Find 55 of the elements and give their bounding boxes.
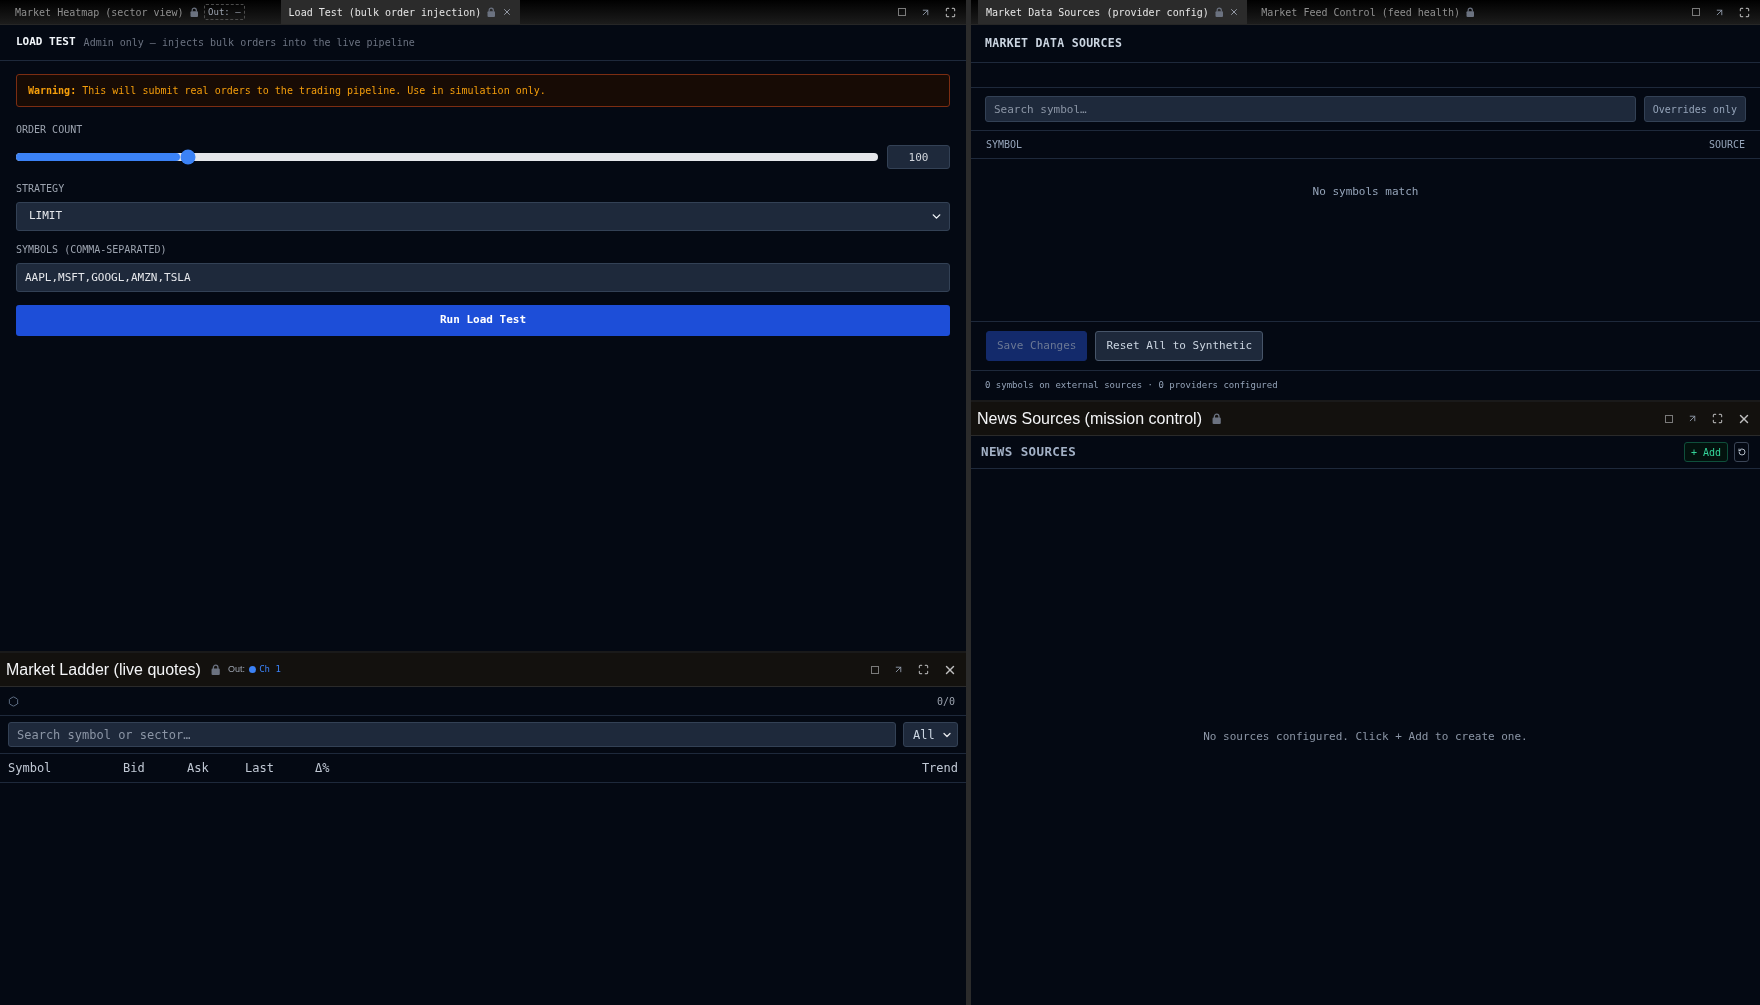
maximize-icon[interactable]	[1712, 413, 1723, 424]
square-icon[interactable]	[1692, 8, 1700, 16]
column-header: Ask	[187, 760, 210, 777]
overrides-toggle[interactable]: Overrides only	[1643, 96, 1746, 122]
maximize-icon[interactable]	[1739, 6, 1750, 18]
empty-message: No sources configured. Click + Add to create one.	[1203, 728, 1528, 745]
close-icon[interactable]	[1229, 7, 1240, 17]
panel-title: News Sources (mission control)	[977, 408, 1202, 429]
column-header: SOURCE	[1708, 138, 1745, 152]
panel-title: Market Ladder (live quotes)	[6, 659, 201, 680]
panel-subtitle: Admin only — injects bulk orders into the live pipeline	[83, 36, 415, 50]
refresh-button[interactable]	[1734, 442, 1749, 462]
output-label: Out:	[228, 662, 246, 676]
strategy-select[interactable]: LIMIT	[16, 202, 950, 231]
channel-label: Ch 1	[259, 662, 281, 676]
column-header: Symbol	[8, 760, 53, 777]
quote-count: 0/0	[936, 694, 955, 709]
warning-banner: Warning: This will submit real orders to the trading pipeline. Use in simulation only.	[16, 74, 950, 107]
panel-heading: LOAD TEST	[16, 34, 76, 51]
arrow-icon[interactable]	[1687, 413, 1698, 424]
panel-tab[interactable]: Load Test (bulk order injection)	[280, 0, 520, 24]
field-label: STRATEGY	[16, 183, 66, 195]
panel-heading: NEWS SOURCES	[981, 442, 1077, 461]
maximize-icon[interactable]	[918, 664, 929, 675]
column-header: SYMBOL	[986, 138, 1023, 152]
action-button[interactable]: Reset All to Synthetic	[1095, 331, 1264, 361]
search-field[interactable]: Search symbol or sector…	[8, 722, 896, 747]
column-header: Last	[245, 760, 275, 777]
panel-tab[interactable]: Market Data Sources (provider config)	[978, 0, 1248, 24]
refresh-icon	[1737, 448, 1746, 456]
maximize-icon[interactable]	[945, 6, 956, 18]
slider-thumb[interactable]	[180, 149, 196, 165]
add-button[interactable]: + Add	[1683, 442, 1728, 462]
filter-select[interactable]: All	[903, 722, 958, 747]
run-load-test-button[interactable]: Run Load Test	[16, 305, 950, 336]
square-icon[interactable]	[898, 8, 906, 16]
panel-tab[interactable]: Market Feed Control (feed health)	[1253, 0, 1483, 24]
empty-message: No symbols match	[1312, 184, 1419, 198]
square-icon[interactable]	[871, 665, 879, 674]
status-summary: 0 symbols on external sources · 0 providers configured	[985, 378, 1278, 392]
output-badge: Out: –	[204, 4, 245, 20]
field-label: SYMBOLS (COMMA-SEPARATED)	[16, 244, 168, 256]
column-header: Δ%	[315, 760, 331, 777]
arrow-icon[interactable]	[893, 664, 904, 675]
order-count-input[interactable]: 100	[887, 145, 950, 169]
panel-heading: MARKET DATA SOURCES	[985, 34, 1123, 52]
field-label: ORDER COUNT	[16, 124, 84, 136]
hexagon-icon	[8, 695, 19, 707]
panel-tab[interactable]: Market Heatmap (sector view) Out: –	[7, 0, 253, 24]
symbols-input[interactable]: AAPL,MSFT,GOOGL,AMZN,TSLA	[16, 263, 950, 292]
close-icon[interactable]	[501, 7, 512, 17]
column-header: Bid	[123, 760, 146, 777]
search-field[interactable]: Search symbol…	[985, 96, 1636, 122]
square-icon[interactable]	[1665, 414, 1673, 423]
column-header: Trend	[921, 760, 958, 777]
